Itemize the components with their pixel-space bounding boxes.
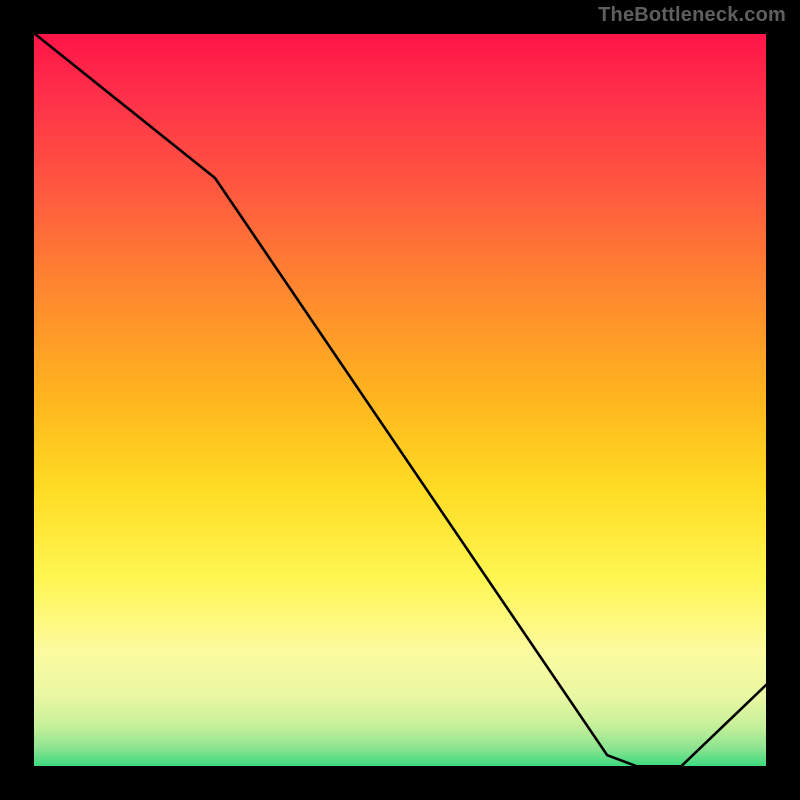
- heatmap-gradient: [30, 30, 770, 770]
- chart-container: TheBottleneck.com: [0, 0, 800, 800]
- watermark-text: TheBottleneck.com: [598, 4, 786, 27]
- plot-area: [30, 30, 770, 770]
